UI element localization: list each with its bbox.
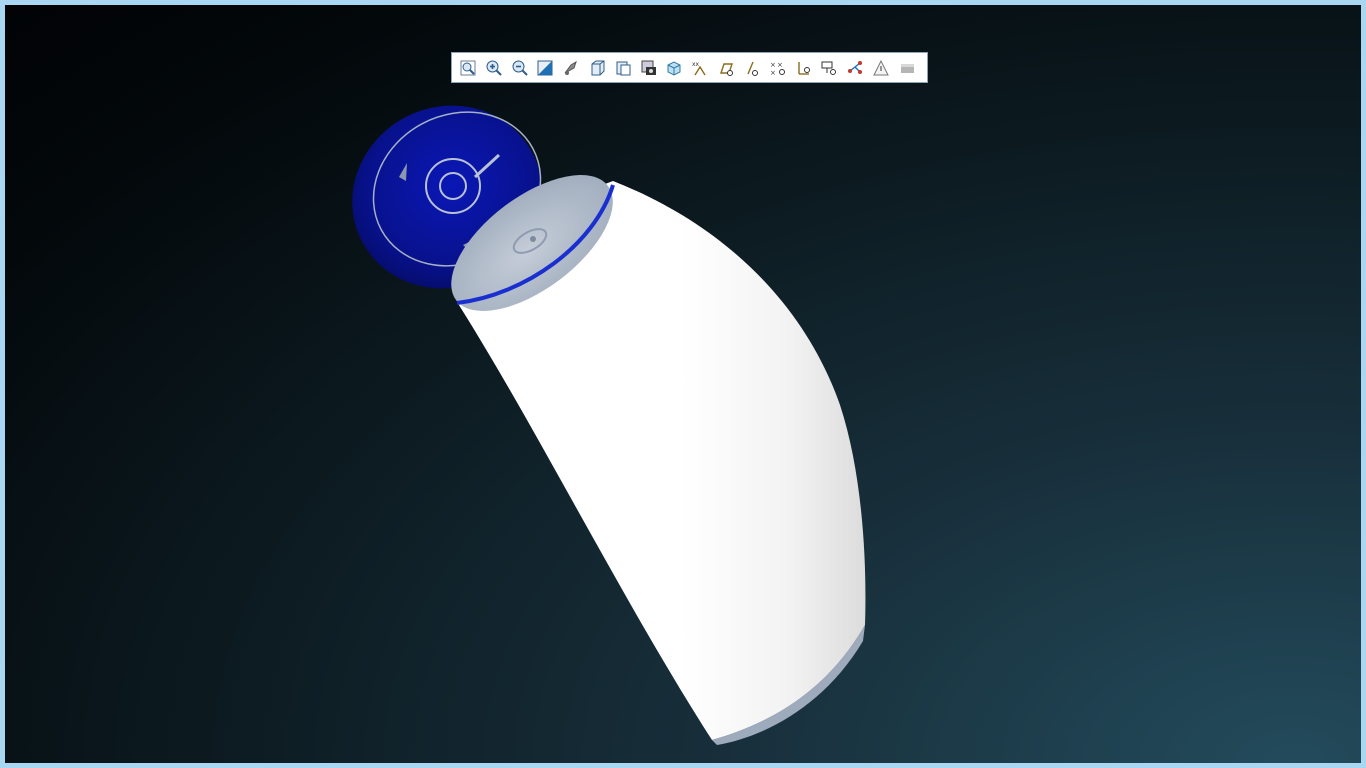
zoom-window-button[interactable] <box>534 57 556 79</box>
bottle-body <box>451 175 866 745</box>
appearance-button[interactable] <box>638 57 660 79</box>
csys-display-button[interactable] <box>792 57 814 79</box>
view-toolbar: xx × × × <box>451 52 928 83</box>
datum-display-icon: xx <box>692 61 706 75</box>
svg-text:×: × <box>770 61 776 69</box>
perspective-icon <box>667 60 681 76</box>
spin-center-icon <box>847 60 862 74</box>
axis-display-button[interactable] <box>741 57 763 79</box>
zoom-window-icon <box>537 60 553 75</box>
annotation-display-icon <box>821 61 837 75</box>
view-manager-icon <box>616 61 631 75</box>
appearance-icon <box>641 60 656 75</box>
svg-text:xx: xx <box>692 61 700 68</box>
zoom-out-button[interactable] <box>509 57 531 79</box>
plane-display-icon <box>719 62 733 76</box>
svg-text:×: × <box>770 69 776 77</box>
svg-text:×: × <box>777 61 783 69</box>
display-style-button[interactable] <box>560 57 582 79</box>
annotation-display-button[interactable] <box>818 57 840 79</box>
render-button[interactable] <box>896 57 918 79</box>
datum-display-button[interactable]: xx <box>689 57 711 79</box>
perspective-button[interactable] <box>663 57 685 79</box>
view-manager-button[interactable] <box>612 57 634 79</box>
view-cube-icon <box>591 60 605 75</box>
saved-views-button[interactable] <box>586 57 608 79</box>
zoom-fit-button[interactable] <box>457 57 479 79</box>
shading-icon <box>564 60 578 75</box>
simulation-display-button[interactable] <box>870 57 892 79</box>
zoom-fit-icon <box>460 60 476 75</box>
zoom-in-icon <box>486 60 502 76</box>
point-display-icon: × ×× <box>770 61 785 77</box>
csys-display-icon <box>798 61 811 75</box>
spin-center-button[interactable] <box>844 57 866 79</box>
graphics-window[interactable]: xx × × × <box>0 0 1366 768</box>
warning-triangle-icon <box>872 59 889 75</box>
model-canvas[interactable] <box>5 5 1366 768</box>
axis-display-icon <box>747 61 758 76</box>
point-display-button[interactable]: × × × <box>767 57 789 79</box>
render-icon <box>900 63 914 73</box>
zoom-in-button[interactable] <box>483 57 505 79</box>
zoom-out-icon <box>512 60 528 76</box>
plane-display-button[interactable] <box>715 57 737 79</box>
